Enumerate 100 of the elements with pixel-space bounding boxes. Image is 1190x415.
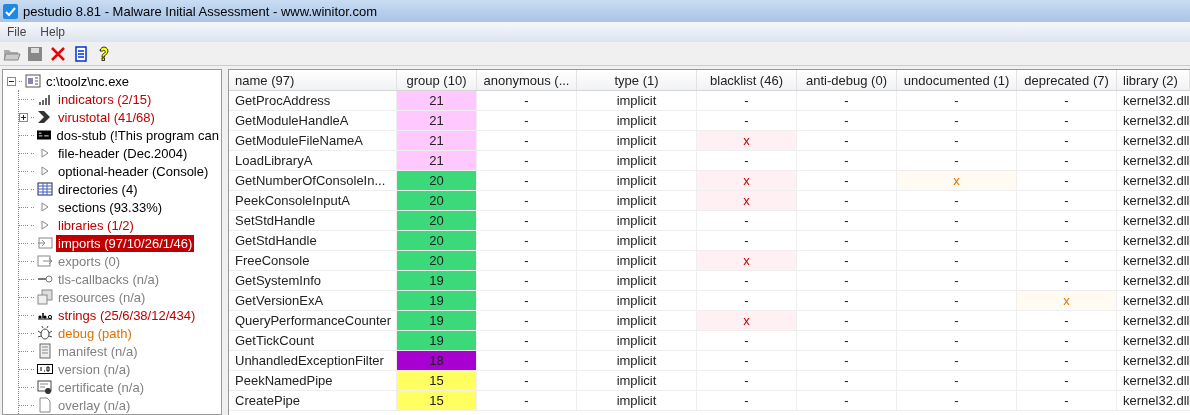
tree-item[interactable]: certificate (n/a)	[56, 378, 146, 396]
table-cell: implicit	[577, 331, 697, 350]
table-cell: kernel32.dll	[1117, 231, 1190, 250]
table-cell: kernel32.dll	[1117, 211, 1190, 230]
table-cell: -	[477, 311, 577, 330]
table-cell: -	[897, 331, 1017, 350]
table-cell: -	[477, 371, 577, 390]
column-header[interactable]: deprecated (7)	[1017, 70, 1117, 90]
menu-item[interactable]: Help	[33, 25, 73, 39]
table-cell: -	[897, 251, 1017, 270]
group-cell: 15	[397, 371, 477, 390]
table-cell: -	[1017, 351, 1117, 370]
group-cell: 20	[397, 251, 477, 270]
table-cell: -	[1017, 191, 1117, 210]
tree-item[interactable]: libraries (1/2)	[56, 216, 136, 234]
table-cell: -	[897, 351, 1017, 370]
table-cell: kernel32.dll	[1117, 331, 1190, 350]
table-cell: -	[897, 91, 1017, 110]
table-cell: -	[797, 131, 897, 150]
table-cell: kernel32.dll	[1117, 251, 1190, 270]
table-cell: kernel32.dll	[1117, 371, 1190, 390]
tree-item[interactable]: file-header (Dec.2004)	[56, 144, 190, 162]
table-cell: -	[697, 91, 797, 110]
table-cell: -	[897, 211, 1017, 230]
tree-item[interactable]: directories (4)	[56, 180, 140, 198]
table-cell: -	[477, 251, 577, 270]
table-cell: -	[697, 151, 797, 170]
tree-item[interactable]: tls-callbacks (n/a)	[56, 270, 162, 288]
table-cell: kernel32.dll	[1117, 111, 1190, 130]
table-cell: -	[1017, 211, 1117, 230]
table-cell: x	[697, 131, 797, 150]
table-cell: -	[1017, 271, 1117, 290]
tree-item[interactable]: imports (97/10/26/1/46)	[56, 234, 195, 252]
table-cell: kernel32.dll	[1117, 311, 1190, 330]
tree-item[interactable]: overlay (n/a)	[56, 396, 133, 414]
table-cell: -	[477, 211, 577, 230]
table-cell: -	[697, 211, 797, 230]
table-cell: -	[897, 131, 1017, 150]
column-header[interactable]: name (97)	[229, 70, 397, 90]
column-header[interactable]: type (1)	[577, 70, 697, 90]
tree-item[interactable]: optional-header (Console)	[56, 162, 211, 180]
table-cell: -	[477, 131, 577, 150]
table-cell: -	[797, 271, 897, 290]
tree-item[interactable]: indicators (2/15)	[56, 90, 154, 108]
tree-item[interactable]: dos-stub (!This program can	[54, 126, 221, 144]
tree-item[interactable]: sections (93.33%)	[56, 198, 165, 216]
table-cell: -	[797, 91, 897, 110]
table-cell: kernel32.dll	[1117, 351, 1190, 370]
group-cell: 21	[397, 111, 477, 130]
menu-item[interactable]: File	[0, 25, 34, 39]
tree-item[interactable]: manifest (n/a)	[56, 342, 140, 360]
tree-item[interactable]: version (n/a)	[56, 360, 133, 378]
table-cell: kernel32.dll	[1117, 131, 1190, 150]
table-cell: kernel32.dll	[1117, 391, 1190, 410]
table-cell: -	[897, 371, 1017, 390]
group-cell: 20	[397, 231, 477, 250]
table-cell: -	[797, 231, 897, 250]
tree-item[interactable]: resources (n/a)	[56, 288, 148, 306]
column-header[interactable]: library (2)	[1117, 70, 1190, 90]
column-header[interactable]: anti-debug (0)	[797, 70, 897, 90]
column-header[interactable]: undocumented (1)	[897, 70, 1017, 90]
table-cell: -	[797, 391, 897, 410]
table-cell: -	[1017, 151, 1117, 170]
column-header[interactable]: group (10)	[397, 70, 477, 90]
column-header[interactable]: blacklist (46)	[697, 70, 797, 90]
table-cell: -	[477, 91, 577, 110]
table-cell: -	[1017, 331, 1117, 350]
group-cell: 18	[397, 351, 477, 370]
group-cell: 19	[397, 331, 477, 350]
table-cell: kernel32.dll	[1117, 271, 1190, 290]
table-cell: -	[897, 391, 1017, 410]
tree-item[interactable]: strings (25/6/38/12/434)	[56, 306, 198, 324]
table-cell: implicit	[577, 351, 697, 370]
table-cell: -	[697, 111, 797, 130]
table-cell: -	[477, 291, 577, 310]
table-cell: -	[697, 331, 797, 350]
table-cell: -	[897, 191, 1017, 210]
table-cell: -	[897, 151, 1017, 170]
table-cell: -	[797, 291, 897, 310]
table-cell: implicit	[577, 271, 697, 290]
table-cell: -	[1017, 111, 1117, 130]
group-cell: 19	[397, 291, 477, 310]
table-cell: -	[697, 351, 797, 370]
table-cell: -	[477, 191, 577, 210]
table-cell: x	[1017, 291, 1117, 310]
tree-item[interactable]: c:\toolz\nc.exe	[44, 72, 132, 90]
table-cell: -	[797, 351, 897, 370]
group-cell: 19	[397, 311, 477, 330]
table-cell: implicit	[577, 211, 697, 230]
table-cell: x	[697, 171, 797, 190]
table-cell: -	[477, 331, 577, 350]
table-cell: -	[697, 271, 797, 290]
table-cell: x	[697, 251, 797, 270]
table-cell: -	[1017, 131, 1117, 150]
column-header[interactable]: anonymous (...	[477, 70, 577, 90]
tree-item[interactable]: exports (0)	[56, 252, 123, 270]
group-cell: 21	[397, 151, 477, 170]
tree-item[interactable]: virustotal (41/68)	[56, 108, 157, 126]
table-cell: -	[797, 191, 897, 210]
group-cell: 20	[397, 191, 477, 210]
